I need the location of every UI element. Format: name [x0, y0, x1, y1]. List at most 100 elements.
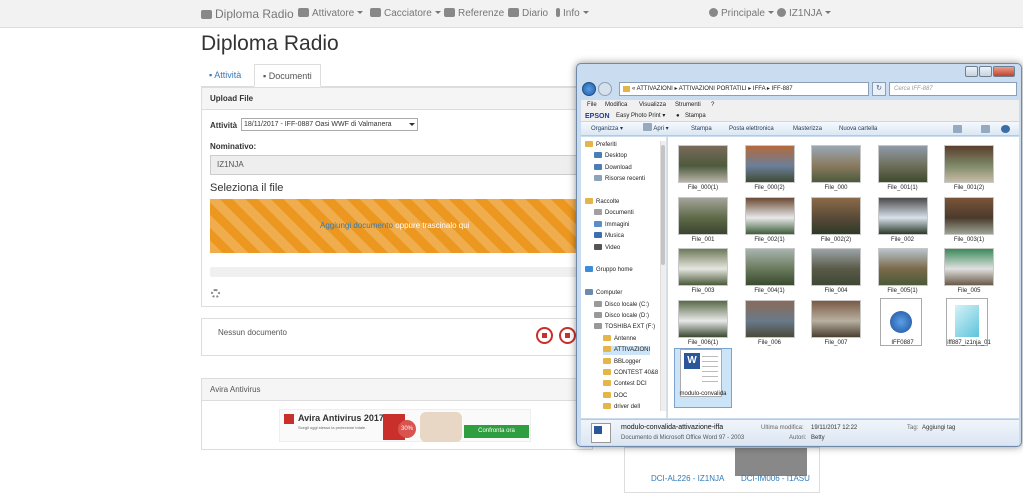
authors-label: Autori:	[789, 435, 807, 441]
card-link-1[interactable]: DCI-AL226 - IZ1NJA	[651, 474, 724, 483]
file-name: File_003(1)	[953, 236, 985, 243]
nav-item[interactable]: TOSHIBA EXT (F:)	[594, 323, 655, 332]
new-folder-button[interactable]: Nuova cartella	[839, 122, 877, 136]
menu-visualizza[interactable]: Visualizza	[639, 100, 666, 111]
view-options-icon[interactable]	[953, 125, 962, 133]
preview-pane-icon[interactable]	[981, 125, 990, 133]
file-item[interactable]: File_001(1)	[874, 145, 932, 195]
nav-scrollbar-thumb[interactable]	[661, 145, 665, 265]
nominativo-field[interactable]: IZ1NJA	[210, 155, 580, 175]
forward-arrow-icon[interactable]	[598, 82, 612, 96]
search-input[interactable]: Cerca IFF-887	[889, 82, 1017, 96]
file-item[interactable]: File_000	[807, 145, 865, 195]
compare-button[interactable]: Confronta ora	[464, 425, 529, 438]
nav-info[interactable]: Info	[556, 0, 589, 28]
address-bar[interactable]: « ATTIVAZIONI ▸ ATTIVAZIONI PORTATILI ▸ …	[619, 82, 869, 96]
nav-item[interactable]: Risorse recenti	[594, 175, 645, 184]
file-item[interactable]: File_002(1)	[741, 196, 799, 247]
file-item[interactable]: File_005(1)	[874, 248, 932, 298]
nav-item[interactable]: Gruppo home	[585, 266, 633, 275]
file-item[interactable]: File_004	[807, 248, 865, 298]
nav-referenze[interactable]: Referenze	[444, 0, 504, 28]
map-button[interactable]	[559, 327, 576, 344]
file-item[interactable]: IFF0887	[874, 297, 932, 350]
folder-icon	[594, 220, 602, 227]
easy-photo-print-button[interactable]: Easy Photo Print ▾	[616, 111, 665, 122]
burn-button[interactable]: Masterizza	[793, 122, 822, 136]
add-document-link[interactable]: Aggiungi documento	[320, 221, 393, 230]
nav-item[interactable]: Raccolte	[585, 198, 619, 207]
nav-diario[interactable]: Diario	[508, 0, 548, 28]
minimize-button[interactable]	[965, 66, 978, 77]
organize-button[interactable]: Organizza ▾	[591, 122, 623, 136]
upload-progress-bar	[210, 267, 580, 277]
nav-item-label: Gruppo home	[596, 267, 633, 274]
file-item[interactable]: File_004(1)	[741, 248, 799, 298]
authors-value[interactable]: Betty	[811, 435, 825, 441]
file-item[interactable]: File_002	[874, 196, 932, 247]
menu-help[interactable]: ?	[711, 100, 714, 111]
close-button[interactable]	[993, 66, 1015, 77]
file-item[interactable]: File_001	[674, 196, 732, 247]
nav-label: Info	[563, 8, 580, 19]
nav-item[interactable]: Download	[594, 163, 632, 173]
nav-item[interactable]: CONTEST 40&8	[603, 369, 658, 378]
nav-item[interactable]: DOC	[603, 391, 627, 401]
nav-user[interactable]: IZ1NJA	[777, 0, 832, 28]
file-item[interactable]: File_003	[674, 248, 732, 298]
maximize-button[interactable]	[979, 66, 992, 77]
nav-attivatore[interactable]: Attivatore	[298, 0, 364, 28]
folder-icon	[585, 141, 593, 147]
nav-item[interactable]: Computer	[585, 289, 622, 298]
tags-value[interactable]: Aggiungi tag	[922, 425, 955, 431]
nav-item[interactable]: BBLogger	[603, 357, 641, 367]
brand-link[interactable]: Diploma Radio	[201, 0, 294, 28]
email-button[interactable]: Posta elettronica	[729, 122, 774, 136]
back-arrow-icon[interactable]	[582, 82, 596, 96]
card-image	[735, 448, 807, 476]
file-item[interactable]: File_000(1)	[674, 145, 732, 195]
file-item[interactable]: File_000(2)	[741, 145, 799, 195]
file-item[interactable]: File_005	[940, 248, 998, 298]
file-item[interactable]: Wmodulo-convalida	[674, 348, 732, 408]
menu-modifica[interactable]: Modifica	[605, 100, 627, 111]
file-item[interactable]: File_003(1)	[940, 196, 998, 247]
attivita-select[interactable]: 18/11/2017 - IFF-0887 Oasi WWF di Valman…	[241, 118, 418, 131]
file-item[interactable]: File_006(1)	[674, 299, 732, 350]
nav-cacciatore[interactable]: Cacciatore	[370, 0, 441, 28]
tab-attivita[interactable]: ▪ Attività	[201, 64, 249, 87]
ad-title: Avira Antivirus 2017	[298, 413, 384, 423]
nav-item[interactable]: ATTIVAZIONI	[603, 346, 651, 356]
nav-principale[interactable]: Principale	[709, 0, 774, 28]
menu-strumenti[interactable]: Strumenti	[675, 100, 701, 111]
tab-documenti[interactable]: ▪ Documenti	[254, 64, 321, 87]
nav-item[interactable]: Desktop	[594, 152, 627, 161]
menu-file[interactable]: File	[587, 100, 597, 111]
nav-item[interactable]: Disco locale (C:)	[594, 300, 649, 310]
folder-icon	[603, 369, 611, 375]
help-icon[interactable]	[1001, 125, 1010, 133]
avira-ad-banner[interactable]: Avira Antivirus 2017 Scegli oggi stesso …	[279, 409, 531, 442]
card-link-2[interactable]: DCI-IM006 - I1ASU	[741, 474, 810, 483]
nav-item[interactable]: Disco locale (D:)	[594, 312, 649, 321]
nav-item[interactable]: Immagini	[594, 220, 629, 230]
nav-item[interactable]: driver dell	[603, 403, 640, 412]
nav-item[interactable]: Documenti	[594, 209, 634, 218]
nav-item[interactable]: Musica	[594, 232, 624, 241]
nav-item[interactable]: Video	[594, 243, 620, 253]
open-button[interactable]: Apri ▾	[643, 122, 669, 136]
file-dropzone[interactable]: Aggiungi documento oppure trascinalo qui	[210, 199, 580, 253]
dropzone-text-wrap: Aggiungi documento oppure trascinalo qui	[320, 221, 469, 230]
file-item[interactable]: File_002(2)	[807, 196, 865, 247]
nav-item[interactable]: Preferiti	[585, 141, 617, 150]
file-item[interactable]: File_006	[741, 299, 799, 350]
nav-item[interactable]: Contest DCI	[603, 380, 647, 389]
epson-print-button[interactable]: Stampa	[685, 111, 706, 122]
pdf-button[interactable]	[536, 327, 553, 344]
file-item[interactable]: iff887_iz1nja_01	[940, 297, 998, 350]
file-item[interactable]: File_007	[807, 299, 865, 350]
nav-item[interactable]: Antenne	[603, 334, 636, 344]
file-item[interactable]: File_001(2)	[940, 145, 998, 195]
print-button[interactable]: Stampa	[691, 122, 712, 136]
refresh-icon[interactable]: ↻	[872, 82, 886, 96]
